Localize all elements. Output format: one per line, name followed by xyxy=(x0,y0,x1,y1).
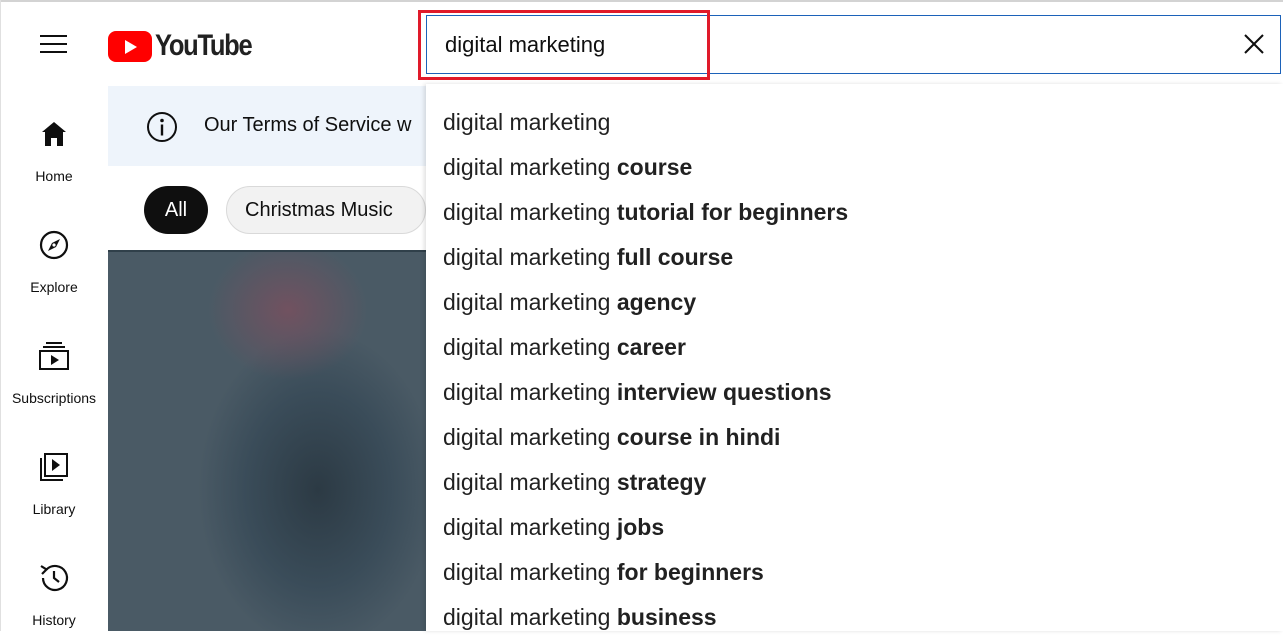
chip-christmas-music[interactable]: Christmas Music xyxy=(226,186,426,234)
library-icon xyxy=(40,453,68,481)
clear-search-button[interactable] xyxy=(1240,30,1268,58)
sidebar-item-label: Explore xyxy=(30,279,78,295)
suggestion-item[interactable]: digital marketing agency xyxy=(443,282,696,322)
sidebar-item-history[interactable]: History xyxy=(0,562,108,642)
sidebar-item-home[interactable]: Home xyxy=(0,118,108,198)
sidebar-item-label: History xyxy=(32,612,76,628)
subscriptions-icon xyxy=(39,342,69,370)
sidebar-item-label: Subscriptions xyxy=(11,390,97,406)
search-suggestions-dropdown: digital marketing digital marketing cour… xyxy=(426,84,1283,631)
suggestion-item[interactable]: digital marketing business xyxy=(443,597,717,637)
video-thumbnail[interactable] xyxy=(108,250,426,631)
sidebar-item-explore[interactable]: Explore xyxy=(0,229,108,309)
window-top-border xyxy=(0,0,1283,2)
youtube-play-logo-icon xyxy=(108,30,152,62)
suggestion-item[interactable]: digital marketing career xyxy=(443,327,686,367)
suggestion-item[interactable]: digital marketing xyxy=(443,102,610,142)
close-icon xyxy=(1244,34,1264,54)
thumbnail-top-edge xyxy=(108,250,426,252)
youtube-logo[interactable]: YouTube xyxy=(108,28,268,64)
suggestion-item[interactable]: digital marketing interview questions xyxy=(443,372,832,412)
suggestion-item[interactable]: digital marketing course xyxy=(443,147,692,187)
suggestion-item[interactable]: digital marketing course in hindi xyxy=(443,417,780,457)
suggestion-item[interactable]: digital marketing for beginners xyxy=(443,552,764,592)
suggestion-item[interactable]: digital marketing jobs xyxy=(443,507,664,547)
suggestion-item[interactable]: digital marketing tutorial for beginners xyxy=(443,192,848,232)
compass-icon xyxy=(39,230,69,260)
search-input[interactable] xyxy=(445,32,1145,58)
sidebar-item-library[interactable]: Library xyxy=(0,451,108,531)
home-icon xyxy=(42,122,66,146)
suggestion-item[interactable]: digital marketing strategy xyxy=(443,462,706,502)
history-icon xyxy=(40,564,69,592)
info-icon xyxy=(147,112,177,142)
menu-icon[interactable] xyxy=(30,26,78,62)
sidebar-item-label: Library xyxy=(32,501,76,517)
sidebar-item-label: Home xyxy=(35,168,73,184)
search-box[interactable] xyxy=(426,15,1281,74)
sidebar-item-subscriptions[interactable]: Subscriptions xyxy=(0,340,108,420)
suggestion-item[interactable]: digital marketing full course xyxy=(443,237,733,277)
chip-all[interactable]: All xyxy=(144,186,208,234)
terms-banner-text: Our Terms of Service w xyxy=(204,114,412,136)
window-left-border xyxy=(0,0,1,631)
logo-text: YouTube xyxy=(155,29,253,62)
